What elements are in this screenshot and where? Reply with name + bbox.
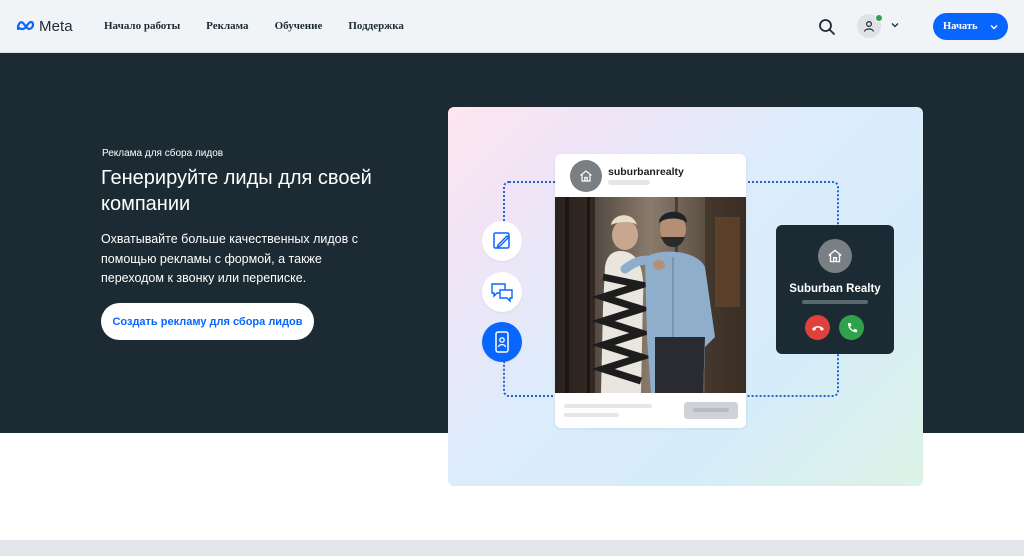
chevron-down-icon[interactable] [890, 20, 900, 30]
decline-call-button [805, 315, 830, 340]
phone-contact-icon [495, 331, 509, 353]
nav-link-advertising[interactable]: Реклама [206, 20, 248, 32]
chat-bubbles-icon [491, 283, 513, 303]
couple-photo-image [555, 197, 746, 393]
meta-logo[interactable]: Meta [16, 17, 73, 35]
form-icon-circle [482, 221, 522, 261]
post-avatar [570, 160, 602, 192]
post-photo [555, 197, 746, 393]
phone-icon [847, 322, 857, 332]
placeholder-bar [693, 408, 729, 412]
placeholder-bar [802, 300, 868, 304]
connector-bottom-left [503, 361, 559, 397]
nav-link-learning[interactable]: Обучение [275, 20, 323, 32]
phone-icon-circle [482, 322, 522, 362]
hero-title: Генерируйте лиды для своей компании [101, 167, 372, 215]
meta-infinity-icon [16, 20, 35, 31]
nav-links: Начало работы Реклама Обучение Поддержка [104, 20, 430, 32]
top-navigation: Meta Начало работы Реклама Обучение Подд… [0, 0, 1024, 53]
online-status-dot [875, 14, 883, 22]
chat-icon-circle [482, 272, 522, 312]
nav-link-support[interactable]: Поддержка [348, 20, 404, 32]
call-avatar [818, 239, 852, 273]
house-icon [828, 249, 842, 263]
form-edit-icon [493, 232, 510, 249]
search-icon[interactable] [818, 18, 836, 36]
create-lead-ad-button[interactable]: Создать рекламу для сбора лидов [101, 303, 314, 340]
house-icon [580, 170, 592, 182]
hero-description: Охватывайте больше качественных лидов с … [101, 232, 358, 285]
hero-eyebrow: Реклама для сбора лидов [102, 148, 224, 159]
post-account-name: suburbanrealty [608, 166, 684, 178]
placeholder-bar [608, 180, 650, 185]
logo-text: Meta [39, 17, 73, 35]
accept-call-button [839, 315, 864, 340]
nav-link-getting-started[interactable]: Начало работы [104, 20, 180, 32]
person-icon [863, 20, 875, 32]
chevron-down-icon [990, 25, 998, 30]
phone-hangup-icon [811, 325, 824, 331]
page-footer-band [0, 540, 1024, 556]
placeholder-bar [564, 404, 652, 408]
start-button[interactable]: Начать [933, 13, 1008, 40]
start-button-label: Начать [943, 21, 978, 32]
call-contact-name: Suburban Realty [789, 283, 881, 295]
placeholder-bar [564, 413, 619, 417]
